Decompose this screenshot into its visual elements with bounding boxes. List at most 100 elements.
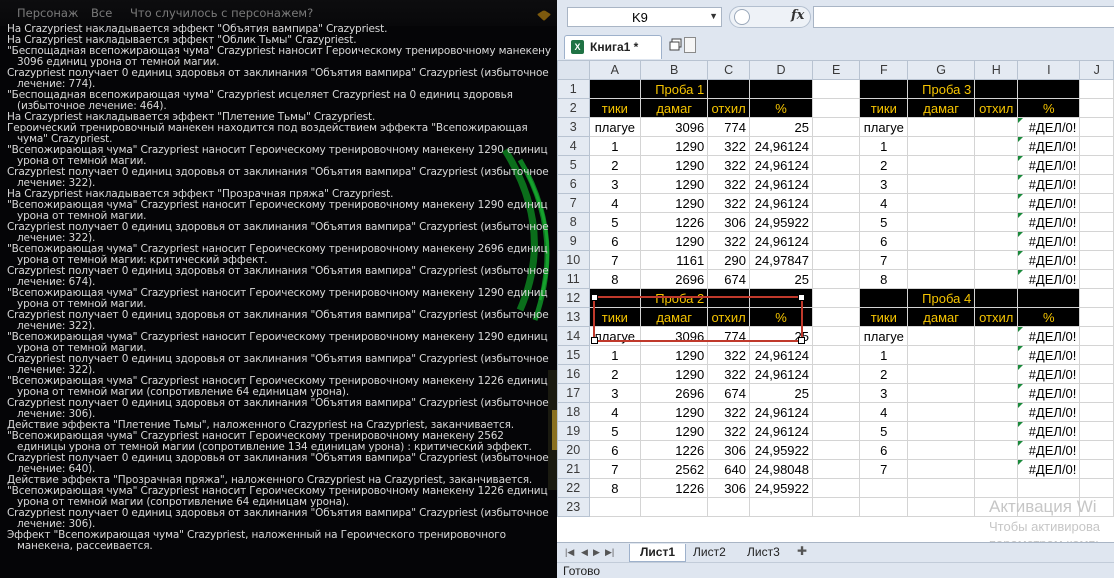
chat-tab-events[interactable]: Что случилось с персонажем? [130,6,313,20]
cell[interactable]: 7 [588,459,642,479]
cell[interactable] [907,231,976,251]
cell[interactable] [707,288,750,308]
cell[interactable]: % [1017,98,1081,118]
cell[interactable]: 24,97847 [748,250,814,270]
cell[interactable] [811,79,861,99]
cell[interactable] [811,440,861,460]
cell[interactable] [1079,212,1114,232]
row-header[interactable]: 16 [557,364,590,384]
cell[interactable]: 8 [588,478,642,498]
cell[interactable] [974,440,1019,460]
cell[interactable] [974,364,1019,384]
cell[interactable] [907,174,976,194]
cell[interactable] [974,421,1019,441]
cell[interactable]: #ДЕЛ/0! [1017,421,1081,441]
insert-sheet-icon[interactable]: ✚ [797,544,807,558]
cell[interactable] [907,136,976,156]
cell[interactable]: тики [859,307,909,327]
cell[interactable]: 1290 [640,421,709,441]
row-header[interactable]: 20 [557,440,590,460]
cell[interactable] [811,383,861,403]
cell[interactable]: 1161 [640,250,709,270]
cell[interactable] [811,345,861,365]
prev-sheet-icon[interactable]: ◀ [581,547,588,558]
cell[interactable] [907,212,976,232]
cell[interactable]: 1290 [640,155,709,175]
row-header[interactable]: 9 [557,231,590,251]
chat-tab-all[interactable]: Все [91,6,112,20]
cell[interactable]: 1290 [640,231,709,251]
column-header[interactable]: I [1017,60,1081,80]
row-header[interactable]: 4 [557,136,590,156]
cell[interactable]: тики [588,307,642,327]
cell[interactable] [811,326,861,346]
cell[interactable]: #ДЕЛ/0! [1017,383,1081,403]
cell[interactable]: #ДЕЛ/0! [1017,136,1081,156]
cell[interactable] [640,497,709,517]
cell[interactable] [907,345,976,365]
row-header[interactable]: 7 [557,193,590,213]
cell[interactable]: 24,96124 [748,421,814,441]
cell[interactable] [1079,402,1114,422]
cell[interactable]: 322 [707,231,750,251]
name-box[interactable]: K9 ▼ [567,7,722,27]
cell[interactable] [811,117,861,137]
cell[interactable] [811,136,861,156]
cell[interactable]: 7 [859,250,909,270]
cell[interactable]: 6 [859,231,909,251]
cell[interactable] [1079,288,1114,308]
cell[interactable] [1017,79,1081,99]
cell[interactable] [974,231,1019,251]
cell[interactable]: 674 [707,383,750,403]
cell[interactable]: 774 [707,326,750,346]
cell[interactable] [907,364,976,384]
cell[interactable] [1079,459,1114,479]
cell[interactable] [588,79,642,99]
cell[interactable] [1079,478,1114,498]
row-header[interactable]: 8 [557,212,590,232]
workbook-tab[interactable]: X Книга1 * [564,35,662,59]
first-sheet-icon[interactable]: |◀ [565,547,574,558]
last-sheet-icon[interactable]: ▶| [605,547,614,558]
cell[interactable]: 5 [859,421,909,441]
cell[interactable]: 306 [707,478,750,498]
cell[interactable] [907,250,976,270]
cell[interactable] [1079,364,1114,384]
cell[interactable]: 24,96124 [748,193,814,213]
cell[interactable]: 24,95922 [748,440,814,460]
row-header[interactable]: 1 [557,79,590,99]
cell[interactable] [1079,98,1114,118]
cell[interactable]: 24,96124 [748,155,814,175]
cell[interactable]: 4 [859,193,909,213]
cell[interactable]: Проба 2 [640,288,709,308]
cell[interactable]: 2 [588,155,642,175]
cell[interactable] [907,421,976,441]
cell[interactable] [811,478,861,498]
cell[interactable] [974,459,1019,479]
cell[interactable] [1079,79,1114,99]
cell[interactable]: 2696 [640,383,709,403]
new-document-icon[interactable] [684,37,696,53]
cell[interactable] [588,497,642,517]
chat-tab-character[interactable]: Персонаж [17,6,78,20]
cell[interactable] [1079,117,1114,137]
cell[interactable] [1079,307,1114,327]
cell[interactable] [748,497,814,517]
cell[interactable]: отхил [974,307,1019,327]
row-header[interactable]: 6 [557,174,590,194]
cell[interactable]: 4 [588,402,642,422]
cell[interactable]: 1290 [640,174,709,194]
cell[interactable] [811,250,861,270]
column-header[interactable]: F [859,60,909,80]
cell[interactable] [907,459,976,479]
chat-menu-icon[interactable] [537,10,551,21]
cell[interactable]: 6 [588,440,642,460]
cell[interactable] [588,288,642,308]
column-header[interactable]: B [640,60,709,80]
row-header[interactable]: 11 [557,269,590,289]
cell[interactable] [907,269,976,289]
cell[interactable] [748,79,814,99]
cell[interactable]: Проба 4 [907,288,976,308]
cell[interactable]: 3 [588,174,642,194]
cell[interactable]: 7 [859,459,909,479]
